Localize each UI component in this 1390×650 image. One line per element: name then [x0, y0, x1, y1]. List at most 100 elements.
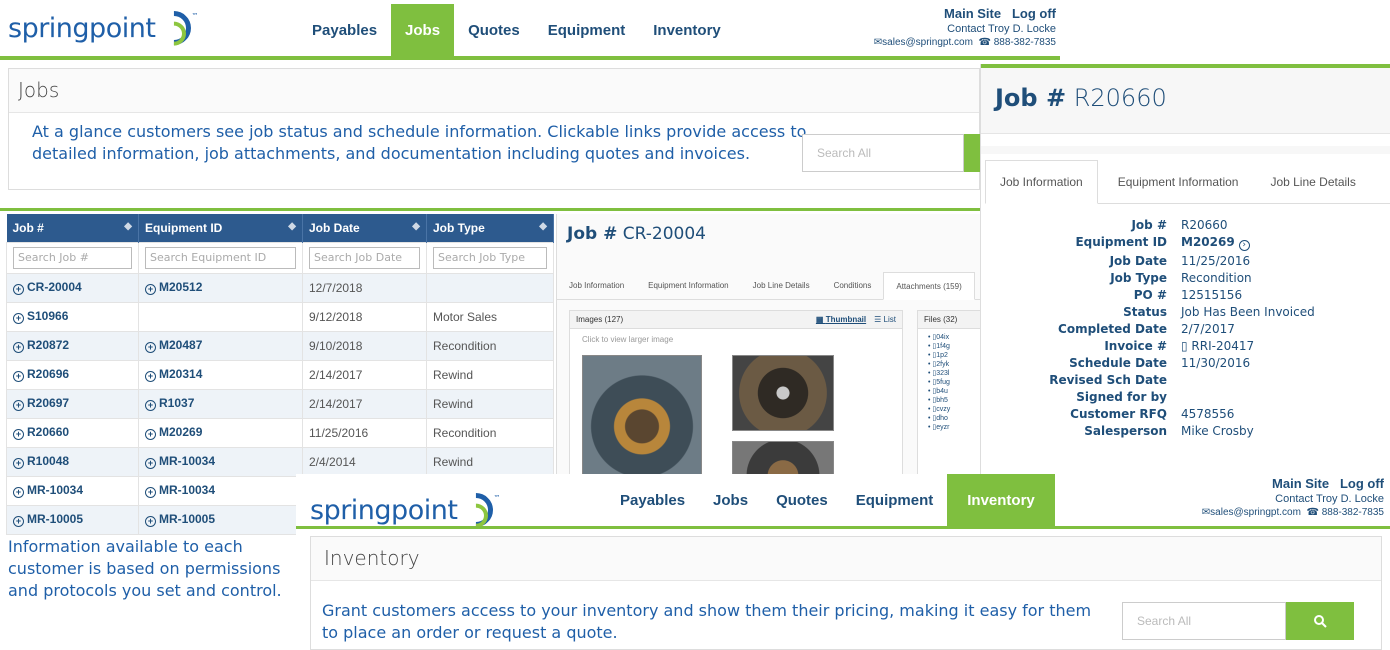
inventory-search-input[interactable]: Search All: [1122, 602, 1286, 640]
main-site-link[interactable]: Main Site: [1272, 476, 1329, 491]
expand-circle-icon[interactable]: +: [145, 516, 156, 527]
expand-circle-icon[interactable]: +: [145, 284, 156, 295]
cell-equipment-id[interactable]: + MR-10034: [138, 475, 303, 506]
filter-job-date[interactable]: Search Job Date: [309, 246, 420, 269]
expand-circle-icon[interactable]: +: [13, 516, 24, 527]
file-list-item[interactable]: • ▯1p2: [928, 351, 980, 360]
cell-job-number[interactable]: + R20697: [6, 388, 139, 419]
table-row[interactable]: + R20696 + M20314 2/14/2017 Rewind: [6, 359, 554, 390]
file-list-item[interactable]: • ▯5fug: [928, 378, 980, 387]
motor-rotor-photo[interactable]: [732, 355, 834, 431]
nav-payables[interactable]: Payables: [298, 4, 391, 56]
motor-winding-photo[interactable]: [732, 441, 834, 474]
nav-jobs[interactable]: Jobs: [391, 4, 455, 56]
nav-equipment[interactable]: Equipment: [842, 474, 948, 526]
file-list-item[interactable]: • ▯eyzr: [928, 423, 980, 432]
sort-icon[interactable]: ◆: [288, 221, 296, 232]
expand-circle-icon[interactable]: +: [13, 342, 24, 353]
cell-job-number[interactable]: + R10048: [6, 446, 139, 477]
cell-equipment-id[interactable]: + M20314: [138, 359, 303, 390]
nav-inventory[interactable]: Inventory: [947, 474, 1055, 526]
log-off-link[interactable]: Log off: [1012, 6, 1056, 21]
filter-job-number[interactable]: Search Job #: [13, 246, 132, 269]
expand-circle-icon[interactable]: +: [13, 487, 24, 498]
tab-equipment-information[interactable]: Equipment Information: [1098, 160, 1259, 203]
sort-icon[interactable]: ◆: [124, 221, 132, 232]
cell-equipment-id[interactable]: + MR-10005: [138, 504, 303, 535]
cell-job-number[interactable]: + S10966: [6, 301, 139, 332]
cell-job-number[interactable]: + CR-20004: [6, 272, 139, 303]
cell-job-number[interactable]: + MR-10034: [6, 475, 139, 506]
file-list-item[interactable]: • ▯04ix: [928, 333, 980, 342]
nav-quotes[interactable]: Quotes: [454, 4, 534, 56]
log-off-link[interactable]: Log off: [1340, 476, 1384, 491]
expand-circle-icon[interactable]: +: [13, 313, 24, 324]
file-list-item[interactable]: • ▯b4u: [928, 387, 980, 396]
table-row[interactable]: + R20872 + M20487 9/10/2018 Recondition: [6, 330, 554, 361]
nav-quotes[interactable]: Quotes: [762, 474, 842, 526]
cell-equipment-id[interactable]: + M20269: [138, 417, 303, 448]
tab-job-information[interactable]: Job Information: [985, 160, 1098, 204]
field-value[interactable]: M20269 ›: [1181, 235, 1390, 251]
nav-jobs[interactable]: Jobs: [699, 474, 762, 526]
cell-equipment-id[interactable]: + R1037: [138, 388, 303, 419]
cell-equipment-id[interactable]: + MR-10034: [138, 446, 303, 477]
jobs-search-input[interactable]: Search All: [802, 134, 964, 172]
filter-equipment-id[interactable]: Search Equipment ID: [145, 246, 296, 269]
expand-circle-icon[interactable]: +: [145, 429, 156, 440]
sort-icon[interactable]: ◆: [412, 221, 420, 232]
file-list-item[interactable]: • ▯2fyk: [928, 360, 980, 369]
file-list-item[interactable]: • ▯dho: [928, 414, 980, 423]
field-value[interactable]: ▯ RRI-20417: [1181, 339, 1390, 353]
filter-job-type[interactable]: Search Job Type: [433, 246, 547, 269]
expand-circle-icon[interactable]: +: [145, 458, 156, 469]
jobs-search-button[interactable]: [964, 134, 980, 172]
expand-circle-icon[interactable]: ›: [1238, 240, 1250, 251]
tab-attachments[interactable]: Attachments (159): [883, 272, 975, 300]
file-list-item[interactable]: • ▯323l: [928, 369, 980, 378]
cell-job-number[interactable]: + R20696: [6, 359, 139, 390]
file-list-item[interactable]: • ▯cvzy: [928, 405, 980, 414]
cell-job-number[interactable]: + MR-10005: [6, 504, 139, 535]
cell-equipment-id[interactable]: + M20512: [138, 272, 303, 303]
tab-job-line-details[interactable]: Job Line Details: [1258, 160, 1367, 203]
table-row[interactable]: + S10966 9/12/2018 Motor Sales: [6, 301, 554, 332]
expand-circle-icon[interactable]: +: [145, 342, 156, 353]
nav-inventory[interactable]: Inventory: [639, 4, 735, 56]
expand-circle-icon[interactable]: +: [13, 458, 24, 469]
expand-circle-icon[interactable]: +: [145, 400, 156, 411]
tab-conditions[interactable]: Conditions: [822, 272, 884, 299]
main-site-link[interactable]: Main Site: [944, 6, 1001, 21]
col-job-date[interactable]: Job Date ◆: [302, 214, 427, 242]
col-equipment-id[interactable]: Equipment ID ◆: [138, 214, 303, 242]
file-list-item[interactable]: • ▯bh5: [928, 396, 980, 405]
expand-circle-icon[interactable]: +: [145, 371, 156, 382]
tab-job-information[interactable]: Job Information: [557, 272, 636, 299]
tab-job-line-details[interactable]: Job Line Details: [741, 272, 822, 299]
table-row[interactable]: + R10048 + MR-10034 2/4/2014 Rewind: [6, 446, 554, 477]
email-link[interactable]: sales@springpt.com: [882, 37, 973, 48]
col-job-type[interactable]: Job Type ◆: [426, 214, 554, 242]
col-job-number[interactable]: Job # ◆: [6, 214, 139, 242]
inventory-search-button[interactable]: [1286, 602, 1354, 640]
table-row[interactable]: + R20697 + R1037 2/14/2017 Rewind: [6, 388, 554, 419]
sort-icon[interactable]: ◆: [539, 221, 547, 232]
file-list-item[interactable]: • ▯1f4g: [928, 342, 980, 351]
cell-job-number[interactable]: + R20872: [6, 330, 139, 361]
springpoint-logo-bottom[interactable]: springpoint ™: [310, 485, 501, 535]
springpoint-logo[interactable]: springpoint ™: [8, 3, 199, 53]
expand-circle-icon[interactable]: +: [13, 371, 24, 382]
expand-circle-icon[interactable]: +: [145, 487, 156, 498]
expand-circle-icon[interactable]: +: [13, 429, 24, 440]
email-link[interactable]: sales@springpt.com: [1210, 507, 1301, 518]
table-row[interactable]: + R20660 + M20269 11/25/2016 Recondition: [6, 417, 554, 448]
expand-circle-icon[interactable]: +: [13, 400, 24, 411]
expand-circle-icon[interactable]: +: [13, 284, 24, 295]
cell-job-number[interactable]: + R20660: [6, 417, 139, 448]
table-row[interactable]: + CR-20004 + M20512 12/7/2018: [6, 272, 554, 303]
cell-equipment-id[interactable]: + M20487: [138, 330, 303, 361]
list-view-link[interactable]: ☰ List: [874, 315, 896, 324]
thumbnail-view-link[interactable]: ▦ Thumbnail: [816, 315, 866, 324]
motor-stator-photo[interactable]: [582, 355, 702, 474]
tab-equipment-information[interactable]: Equipment Information: [636, 272, 741, 299]
